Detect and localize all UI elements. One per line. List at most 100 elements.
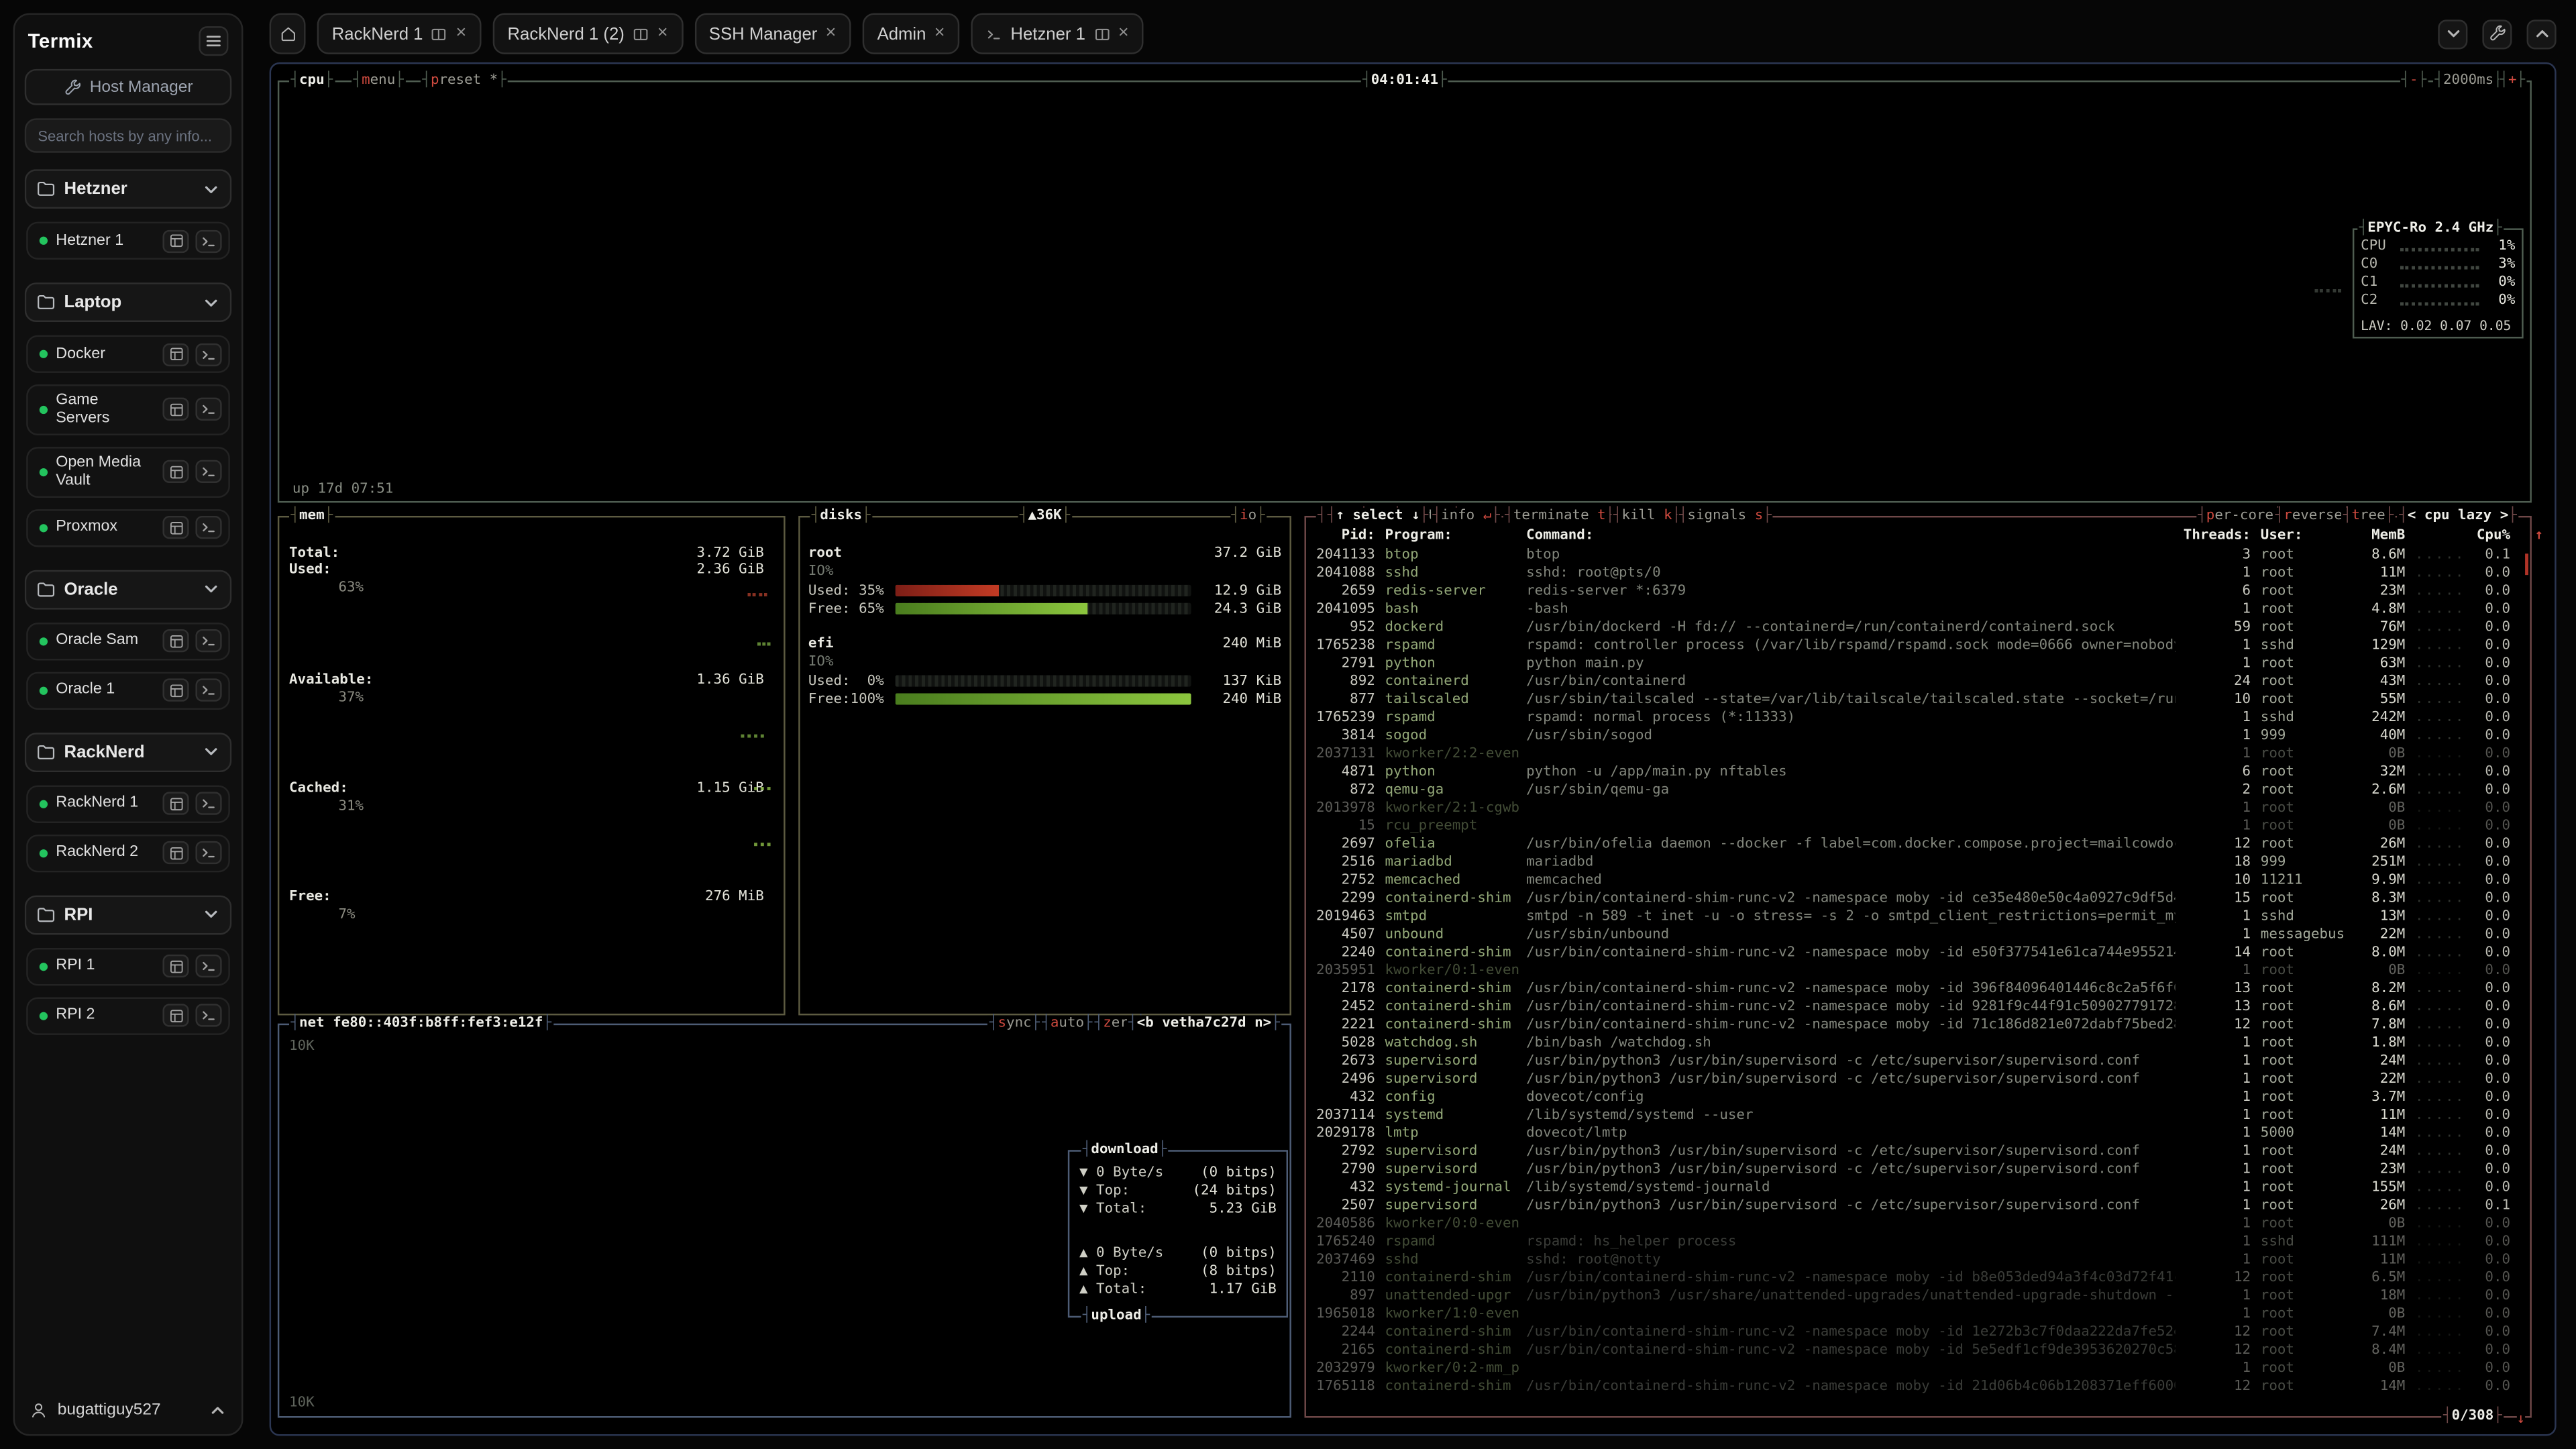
group-header-racknerd[interactable]: RackNerd (25, 732, 232, 771)
process-row[interactable]: 952dockerd/usr/bin/dockerd -H fd:// --co… (1313, 618, 2510, 636)
process-row[interactable]: 2037114systemd/lib/systemd/systemd --use… (1313, 1106, 2510, 1124)
group-header-rpi[interactable]: RPI (25, 895, 232, 934)
group-header-laptop[interactable]: Laptop (25, 282, 232, 322)
process-row[interactable]: 2244containerd-shim/usr/bin/containerd-s… (1313, 1322, 2510, 1340)
host-terminal-button[interactable] (195, 629, 221, 652)
process-row[interactable]: 2221containerd-shim/usr/bin/containerd-s… (1313, 1015, 2510, 1033)
process-row[interactable]: 2178containerd-shim/usr/bin/containerd-s… (1313, 979, 2510, 998)
host-item-racknerd-1[interactable]: RackNerd 1 (26, 785, 230, 822)
host-item-racknerd-2[interactable]: RackNerd 2 (26, 834, 230, 871)
tab-split-button[interactable] (1093, 25, 1110, 42)
process-row[interactable]: 2659redis-serverredis-server *:63796root… (1313, 582, 2510, 600)
process-row[interactable]: 2037131kworker/2:2-even1root0B.....0.0 (1313, 744, 2510, 762)
host-item-hetzner-1[interactable]: Hetzner 1 (26, 222, 230, 260)
process-row[interactable]: 2240containerd-shim/usr/bin/containerd-s… (1313, 943, 2510, 961)
host-server-button[interactable] (162, 460, 189, 483)
proc-kill-hint[interactable]: kill k (1611, 508, 1682, 526)
host-terminal-button[interactable] (195, 679, 221, 702)
process-row[interactable]: 2013978kworker/2:1-cgwb1root0B.....0.0 (1313, 798, 2510, 816)
process-row[interactable]: 1765239rspamdrspamd: normal process (*:1… (1313, 708, 2510, 727)
host-item-rpi-1[interactable]: RPI 1 (26, 947, 230, 985)
tab-split-button[interactable] (633, 25, 649, 42)
proc-scrollbar[interactable] (2525, 553, 2528, 575)
proc-tree-toggle[interactable]: tree (2341, 508, 2395, 526)
host-server-button[interactable] (162, 679, 189, 702)
terminal-pane[interactable]: cpu menu preset * 04:01:41 - 2000ms + up… (270, 62, 2557, 1436)
host-terminal-button[interactable] (195, 398, 221, 421)
host-item-docker[interactable]: Docker (26, 335, 230, 373)
process-row[interactable]: 2452containerd-shim/usr/bin/containerd-s… (1313, 998, 2510, 1016)
process-row[interactable]: 2110containerd-shim/usr/bin/containerd-s… (1313, 1269, 2510, 1287)
host-item-game-servers[interactable]: Game Servers (26, 384, 230, 435)
sidebar-menu-button[interactable] (199, 26, 228, 56)
process-row[interactable]: 2752memcachedmemcached10112119.9M.....0.… (1313, 871, 2510, 889)
host-terminal-button[interactable] (195, 343, 221, 366)
home-button[interactable] (270, 13, 306, 54)
net-interface-selector[interactable]: <b vetha7c27d n> (1127, 1015, 1282, 1033)
process-row[interactable]: 2496supervisord/usr/bin/python3 /usr/bin… (1313, 1069, 2510, 1087)
collapse-tabbar-button[interactable] (2527, 19, 2557, 48)
host-terminal-button[interactable] (195, 955, 221, 977)
host-terminal-button[interactable] (195, 516, 221, 539)
tab-admin[interactable]: Admin× (863, 13, 960, 54)
group-header-hetzner[interactable]: Hetzner (25, 169, 232, 209)
host-manager-button[interactable]: Host Manager (25, 69, 232, 105)
process-row[interactable]: 1965018kworker/1:0-even1root0B.....0.0 (1313, 1304, 2510, 1322)
tab-racknerd-1[interactable]: RackNerd 1× (317, 13, 482, 54)
process-row[interactable]: 892containerd/usr/bin/containerd24root43… (1313, 672, 2510, 690)
process-row[interactable]: 897unattended-upgr/usr/bin/python3 /usr/… (1313, 1287, 2510, 1305)
process-row[interactable]: 2041133btopbtop3root8.6M.....0.1 (1313, 545, 2510, 564)
process-row[interactable]: 2299containerd-shim/usr/bin/containerd-s… (1313, 889, 2510, 907)
group-header-oracle[interactable]: Oracle (25, 570, 232, 609)
tab-close-button[interactable]: × (657, 25, 668, 43)
process-row[interactable]: 2041088sshdsshd: root@pts/01root11M.....… (1313, 564, 2510, 582)
net-auto-button[interactable]: auto (1040, 1015, 1094, 1033)
menu-button[interactable]: menu (352, 72, 405, 91)
process-row[interactable]: 2673supervisord/usr/bin/python3 /usr/bin… (1313, 1051, 2510, 1069)
host-server-button[interactable] (162, 841, 189, 864)
user-menu[interactable]: bugattiguy527 (25, 1398, 232, 1423)
tab-racknerd-1-2[interactable]: RackNerd 1 (2)× (492, 13, 682, 54)
host-server-button[interactable] (162, 343, 189, 366)
process-row[interactable]: 15rcu_preempt1root0B.....0.0 (1313, 816, 2510, 835)
host-terminal-button[interactable] (195, 841, 221, 864)
host-server-button[interactable] (162, 629, 189, 652)
process-row[interactable]: 2032979kworker/0:2-mm_p1root0B.....0.0 (1313, 1358, 2510, 1377)
net-sync-button[interactable]: sync (987, 1015, 1041, 1033)
process-row[interactable]: 1765118containerd-shim/usr/bin/container… (1313, 1377, 2510, 1395)
process-row[interactable]: 2516mariadbdmariadbd18999251M.....0.0 (1313, 853, 2510, 871)
proc-sort-selector[interactable]: < cpu lazy > (2398, 508, 2518, 526)
host-item-open-media-vault[interactable]: Open Media Vault (26, 447, 230, 497)
host-item-rpi-2[interactable]: RPI 2 (26, 996, 230, 1034)
process-row[interactable]: 1765240rspamdrspamd: hs_helper process1s… (1313, 1232, 2510, 1250)
host-item-oracle-sam[interactable]: Oracle Sam (26, 622, 230, 659)
proc-info-hint[interactable]: info ↵ (1431, 508, 1501, 526)
tab-close-button[interactable]: × (1118, 25, 1129, 43)
process-row[interactable]: 2037469sshdsshd: root@notty1root11M.....… (1313, 1250, 2510, 1269)
host-server-button[interactable] (162, 229, 189, 252)
process-row[interactable]: 5028watchdog.sh/bin/bash /watchdog.sh1ro… (1313, 1033, 2510, 1051)
host-search-input[interactable] (25, 118, 232, 152)
host-server-button[interactable] (162, 516, 189, 539)
process-row[interactable]: 432systemd-journal/lib/systemd/systemd-j… (1313, 1178, 2510, 1196)
tabs-dropdown-button[interactable] (2438, 19, 2467, 48)
process-row[interactable]: 2792supervisord/usr/bin/python3 /usr/bin… (1313, 1142, 2510, 1160)
process-row[interactable]: 872qemu-ga/usr/sbin/qemu-ga2root2.6M....… (1313, 780, 2510, 798)
process-row[interactable]: 2040586kworker/0:0-even1root0B.....0.0 (1313, 1214, 2510, 1232)
process-row[interactable]: 4871pythonpython -u /app/main.py nftable… (1313, 762, 2510, 780)
host-terminal-button[interactable] (195, 460, 221, 483)
tab-close-button[interactable]: × (934, 25, 945, 43)
tab-hetzner-1[interactable]: Hetzner 1× (971, 13, 1144, 54)
process-row[interactable]: 3814sogod/usr/sbin/sogod199940M.....0.0 (1313, 726, 2510, 744)
process-row[interactable]: 1765238rspamdrspamd: controller process … (1313, 636, 2510, 654)
proc-select-hint[interactable]: ↑ select ↓ (1326, 508, 1430, 526)
process-row[interactable]: 2029178lmtpdovecot/lmtp1500014M.....0.0 (1313, 1124, 2510, 1142)
process-row[interactable]: 432configdovecot/config1root3.7M.....0.0 (1313, 1087, 2510, 1106)
proc-reverse-toggle[interactable]: reverse (2273, 508, 2353, 526)
process-row[interactable]: 4507unbound/usr/sbin/unbound1messagebus2… (1313, 925, 2510, 943)
host-server-button[interactable] (162, 955, 189, 977)
host-server-button[interactable] (162, 792, 189, 815)
process-row[interactable]: 2790supervisord/usr/bin/python3 /usr/bin… (1313, 1160, 2510, 1178)
host-terminal-button[interactable] (195, 792, 221, 815)
host-item-oracle-1[interactable]: Oracle 1 (26, 672, 230, 709)
